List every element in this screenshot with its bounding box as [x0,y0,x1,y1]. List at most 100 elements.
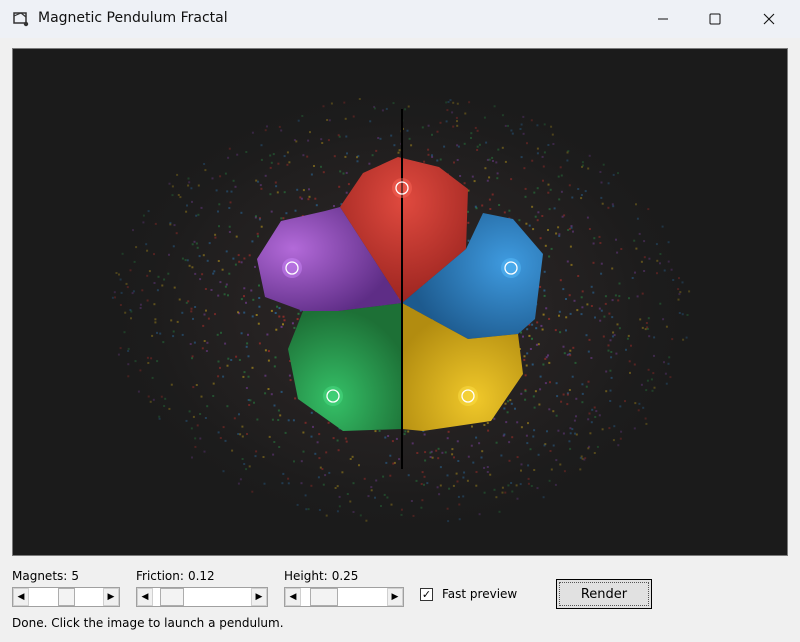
noise-pixel [178,298,181,301]
noise-pixel [598,307,601,310]
noise-pixel [570,263,573,266]
noise-pixel [456,124,459,127]
magnets-left-arrow[interactable]: ◀ [13,588,29,606]
noise-pixel [145,243,148,246]
minimize-button[interactable] [640,0,686,38]
noise-pixel [678,312,681,314]
noise-pixel [644,417,647,420]
noise-pixel [199,413,202,415]
noise-pixel [543,151,546,154]
noise-pixel [270,161,273,164]
noise-pixel [383,493,386,496]
close-button[interactable] [746,0,792,38]
friction-slider[interactable]: ◀ ▶ [136,587,268,607]
noise-pixel [558,314,560,317]
height-slider[interactable]: ◀ ▶ [284,587,404,607]
magnets-slider-thumb[interactable] [57,588,75,606]
friction-slider-thumb[interactable] [160,588,185,606]
noise-pixel [638,402,641,405]
minimize-icon [658,18,668,20]
noise-pixel [618,295,621,298]
noise-pixel [282,323,284,326]
status-text: Done. Click the image to launch a pendul… [12,616,284,630]
noise-pixel [139,303,142,306]
fast-preview-checkbox[interactable]: ✓ [420,588,433,601]
noise-pixel [194,272,197,275]
noise-pixel [549,188,552,191]
magnets-slider[interactable]: ◀ ▶ [12,587,120,607]
noise-pixel [568,294,571,297]
noise-pixel [247,355,250,358]
noise-pixel [196,246,199,249]
noise-pixel [516,421,519,424]
noise-pixel [232,179,235,182]
noise-pixel [214,233,217,236]
noise-pixel [558,310,561,313]
noise-pixel [563,470,566,473]
maximize-button[interactable] [692,0,738,38]
noise-pixel [550,125,553,128]
noise-pixel [627,334,630,337]
noise-pixel [536,147,539,150]
noise-pixel [451,453,454,456]
friction-left-arrow[interactable]: ◀ [137,588,153,606]
noise-pixel [641,326,644,329]
noise-pixel [607,349,610,352]
noise-pixel [527,464,530,467]
height-right-arrow[interactable]: ▶ [387,588,403,606]
noise-pixel [545,356,548,359]
noise-pixel [520,156,523,159]
noise-pixel [222,375,225,378]
noise-pixel [552,410,555,413]
noise-pixel [610,376,613,379]
noise-pixel [293,139,296,142]
noise-pixel [475,471,478,473]
noise-pixel [373,107,376,110]
noise-pixel [495,441,498,444]
noise-pixel [191,355,194,358]
noise-pixel [150,357,153,360]
noise-pixel [181,333,184,336]
magnets-value: 5 [71,569,79,583]
noise-pixel [593,237,596,240]
noise-pixel [379,137,382,140]
noise-pixel [416,452,419,454]
noise-pixel [113,291,116,294]
noise-pixel [489,473,492,476]
noise-pixel [656,272,658,275]
noise-pixel [410,144,413,147]
noise-pixel [543,123,546,126]
noise-pixel [587,350,590,353]
fractal-canvas[interactable] [12,48,788,556]
noise-pixel [604,302,607,305]
noise-pixel [228,225,231,228]
fast-preview-label[interactable]: Fast preview [442,587,517,601]
noise-pixel [139,369,142,372]
friction-right-arrow[interactable]: ▶ [251,588,267,606]
height-slider-thumb[interactable] [309,588,338,606]
noise-pixel [661,225,664,228]
noise-pixel [573,419,576,422]
noise-pixel [620,248,623,250]
noise-pixel [234,263,237,266]
magnets-right-arrow[interactable]: ▶ [103,588,119,606]
noise-pixel [503,211,506,214]
noise-pixel [321,142,324,144]
noise-pixel [609,389,612,392]
noise-pixel [625,348,627,351]
noise-pixel [195,242,198,245]
noise-pixel [151,376,154,379]
height-left-arrow[interactable]: ◀ [285,588,301,606]
noise-pixel [487,429,490,432]
noise-pixel [255,314,258,316]
noise-pixel [526,328,529,331]
noise-pixel [501,486,504,489]
noise-pixel [663,361,665,364]
right-arrow-icon: ▶ [391,592,399,602]
noise-pixel [592,261,595,264]
noise-pixel [287,482,290,485]
noise-pixel [555,414,558,417]
noise-pixel [263,482,266,485]
render-button[interactable]: Render [556,579,652,609]
noise-pixel [584,190,587,193]
